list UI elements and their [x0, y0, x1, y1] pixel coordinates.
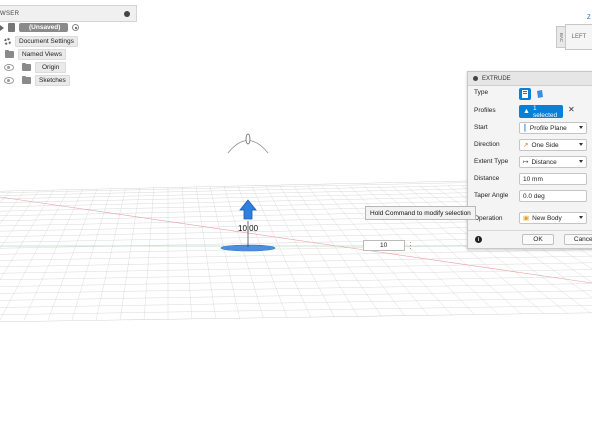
expand-triangle-icon[interactable]	[0, 24, 4, 31]
tree-item-origin[interactable]: Origin	[4, 62, 67, 73]
type-label: Type	[474, 89, 489, 96]
dialog-title: EXTRUDE	[482, 75, 511, 82]
gear-icon	[4, 38, 11, 45]
canvas-distance-input[interactable]: 10	[363, 240, 405, 251]
clear-selection-icon[interactable]: ✕	[568, 105, 575, 114]
one-side-icon: ↗	[523, 142, 529, 149]
cube-face-left[interactable]: LEFT	[565, 24, 592, 50]
tree-item-label: Origin	[35, 62, 67, 73]
start-label: Start	[474, 124, 488, 131]
dialog-collapse-icon[interactable]	[473, 76, 478, 81]
row-type: Type	[474, 89, 518, 96]
tree-item-label: Sketches	[35, 75, 70, 86]
dialog-header[interactable]: EXTRUDE	[468, 72, 592, 86]
profiles-label: Profiles	[474, 107, 496, 114]
extent-type-dropdown[interactable]: ↦ Distance	[519, 156, 587, 168]
cancel-button[interactable]: Cancel	[564, 234, 592, 245]
row-distance: Distance	[474, 175, 518, 182]
operation-value: New Body	[532, 214, 562, 222]
extent-type-value: Distance	[531, 158, 557, 166]
extrude-dialog: EXTRUDE Type Profiles ▲ 1 selected ✕ Sta…	[467, 71, 592, 249]
extrude-arrow-handle[interactable]	[239, 199, 257, 220]
direction-value: One Side	[531, 141, 559, 149]
distance-value: 10 mm	[523, 175, 543, 183]
direction-dropdown[interactable]: ↗ One Side	[519, 139, 587, 151]
rotation-handle[interactable]	[245, 133, 251, 145]
distance-icon: ↦	[523, 159, 529, 166]
type-solid-button[interactable]	[519, 88, 531, 100]
tree-item-named-views[interactable]: Named Views	[5, 49, 66, 60]
extent-type-label: Extent Type	[474, 158, 509, 165]
tree-root[interactable]: (Unsaved)	[0, 22, 80, 33]
tree-item-label: Document Settings	[15, 36, 78, 47]
profiles-value: 1 selected	[532, 104, 558, 119]
cube-face-back-label: BAC	[559, 32, 565, 42]
document-icon	[8, 23, 15, 32]
cursor-arrow-icon: ▲	[523, 108, 530, 115]
browser-collapse-icon[interactable]	[124, 10, 130, 17]
direction-label: Direction	[474, 141, 500, 148]
browser-title: WSER	[0, 10, 20, 17]
root-label: (Unsaved)	[19, 23, 69, 32]
folder-icon	[5, 49, 14, 58]
operation-dropdown[interactable]: ▣ New Body	[519, 212, 587, 224]
tree-item-sketches[interactable]: Sketches	[4, 75, 70, 86]
distance-label: Distance	[474, 175, 500, 182]
browser-header: WSER	[0, 5, 137, 22]
chevron-down-icon	[579, 143, 583, 146]
operation-label: Operation	[474, 215, 503, 222]
info-icon[interactable]: i	[475, 236, 482, 243]
row-start: Start	[474, 124, 518, 131]
start-dropdown[interactable]: ┃ Profile Plane	[519, 122, 587, 134]
solid-extrude-icon	[522, 90, 528, 98]
distance-field[interactable]: 10 mm	[519, 173, 587, 185]
start-value: Profile Plane	[529, 124, 567, 132]
type-surface-button[interactable]	[534, 88, 546, 100]
taper-label: Taper Angle	[474, 192, 509, 199]
folder-icon	[22, 62, 31, 71]
chevron-down-icon	[579, 126, 583, 129]
row-extent-type: Extent Type	[474, 158, 518, 165]
profile-plane-icon: ┃	[523, 125, 527, 132]
row-taper-angle: Taper Angle	[474, 192, 518, 199]
dialog-footer: i OK Cancel	[468, 230, 592, 248]
view-cube[interactable]: Z BAC LEFT	[556, 15, 592, 50]
new-body-icon: ▣	[523, 215, 530, 222]
tree-item-document-settings[interactable]: Document Settings	[4, 36, 78, 47]
chevron-down-icon	[579, 216, 583, 219]
more-options-icon[interactable]: · · ·	[409, 239, 412, 253]
taper-value: 0.0 deg	[523, 192, 545, 200]
selection-tooltip: Hold Command to modify selection	[365, 206, 476, 220]
cube-face-left-label: LEFT	[571, 34, 587, 40]
folder-icon	[22, 75, 31, 84]
eye-icon[interactable]	[4, 77, 14, 84]
profiles-select-button[interactable]: ▲ 1 selected	[519, 104, 563, 119]
row-direction: Direction	[474, 141, 518, 148]
browser-panel: WSER	[0, 5, 137, 22]
eye-icon[interactable]	[4, 64, 14, 71]
z-axis-label: Z	[587, 15, 591, 21]
row-operation: Operation	[474, 215, 518, 222]
dimension-label: 10.00	[238, 224, 259, 233]
active-radio-icon[interactable]	[72, 24, 80, 31]
chevron-down-icon	[579, 160, 583, 163]
ok-button[interactable]: OK	[522, 234, 554, 245]
taper-angle-field[interactable]: 0.0 deg	[519, 190, 587, 202]
tree-item-label: Named Views	[18, 49, 66, 60]
row-profiles: Profiles	[474, 107, 518, 114]
surface-extrude-icon	[537, 90, 543, 98]
